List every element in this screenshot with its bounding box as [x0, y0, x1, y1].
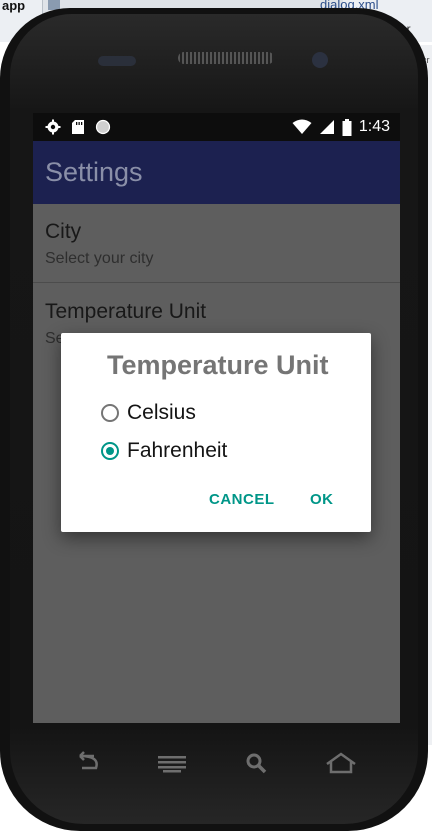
temperature-unit-dialog: Temperature Unit Celsius Fahrenheit CANC…	[61, 333, 371, 532]
ok-button[interactable]: OK	[310, 491, 334, 508]
preference-title: City	[45, 220, 82, 243]
preference-title: Temperature Unit	[45, 300, 207, 323]
ide-app-label: app	[2, 0, 26, 13]
navigation-bar	[40, 742, 390, 782]
home-icon[interactable]	[324, 750, 358, 776]
front-camera	[312, 52, 328, 68]
signal-icon	[319, 120, 334, 134]
dialog-title: Temperature Unit	[107, 350, 329, 380]
radio-button-unchecked[interactable]	[101, 404, 119, 422]
page-title: Settings	[45, 157, 143, 187]
radio-button-checked[interactable]	[101, 442, 119, 460]
preference-summary: Select your city	[45, 250, 154, 267]
option-celsius[interactable]: Celsius	[101, 396, 196, 430]
option-label: Fahrenheit	[127, 439, 228, 462]
option-fahrenheit[interactable]: Fahrenheit	[101, 434, 227, 468]
cancel-button[interactable]: CANCEL	[209, 491, 275, 508]
status-time: 1:43	[358, 118, 390, 135]
gear-icon	[45, 119, 61, 135]
circle-icon	[95, 119, 111, 135]
back-icon[interactable]	[70, 750, 104, 776]
search-icon[interactable]	[240, 750, 274, 776]
status-bar: 1:43	[33, 113, 400, 141]
earpiece-speaker	[178, 52, 274, 64]
battery-icon	[342, 118, 352, 136]
menu-icon[interactable]	[155, 750, 189, 776]
wifi-icon	[292, 119, 312, 134]
app-toolbar: Settings	[33, 141, 400, 204]
proximity-sensor	[98, 56, 136, 66]
preference-city[interactable]: City Select your city	[33, 204, 400, 282]
sd-card-icon	[72, 120, 84, 134]
option-label: Celsius	[127, 401, 196, 424]
